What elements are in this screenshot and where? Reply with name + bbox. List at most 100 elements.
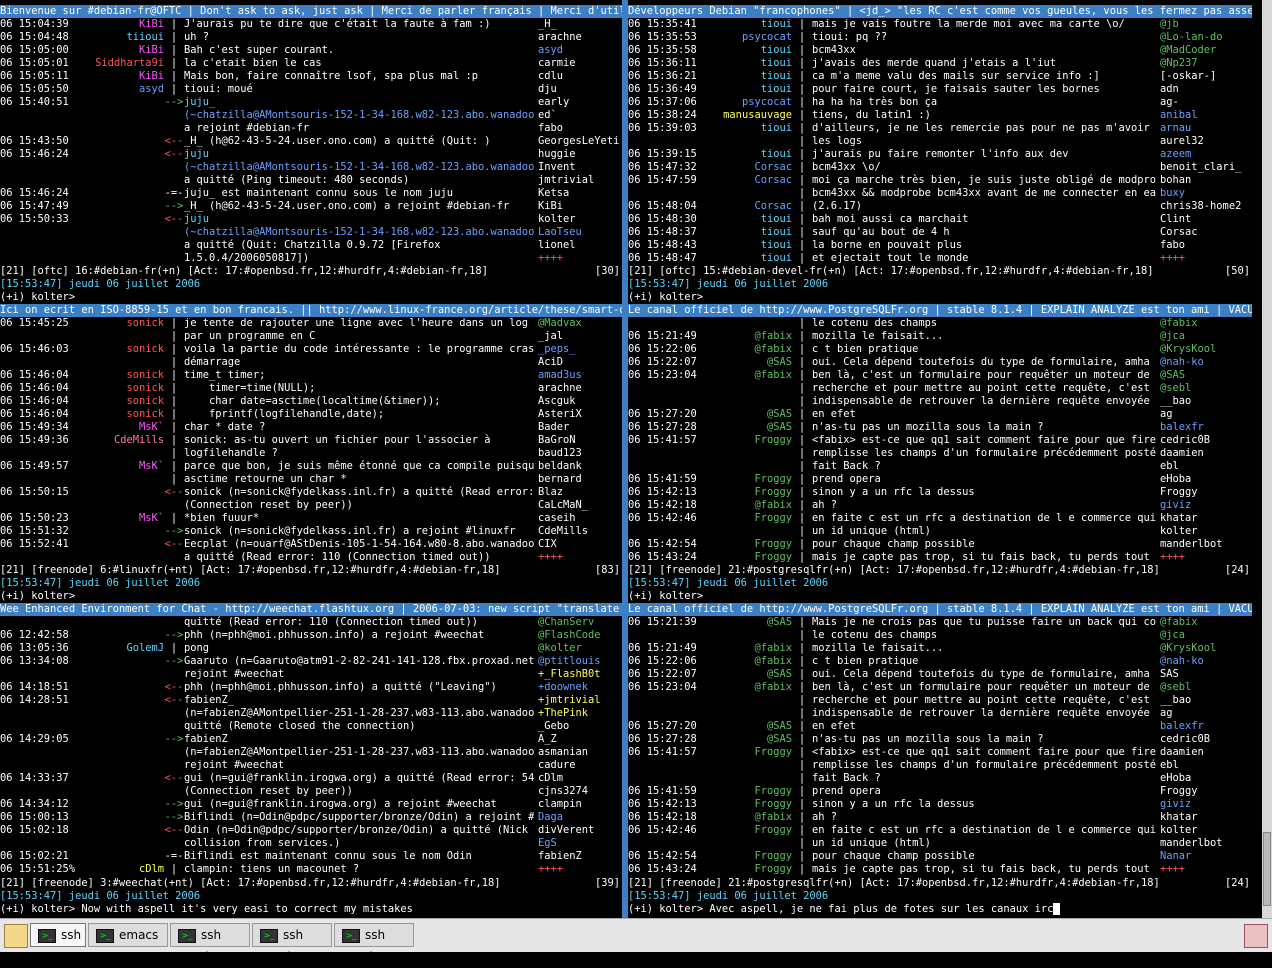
irc-window-6[interactable]: Le canal officiel de http://www.PostgreS… — [628, 603, 1252, 916]
nicklist[interactable]: @Madvax _jal _peps_ AciD amad3us arachne Ascgu… — [538, 317, 622, 564]
nicklist-item[interactable]: aurel32 — [1160, 135, 1252, 148]
nick[interactable] — [80, 499, 164, 512]
input-line[interactable]: (+i) kolter> Avec aspell, je ne fai plus… — [628, 903, 1252, 916]
nicklist-item[interactable]: ++++ — [538, 863, 622, 876]
nick[interactable]: tioui — [708, 122, 792, 135]
input-text[interactable]: (+i) kolter> — [628, 590, 703, 602]
nicklist[interactable]: @fabix @jca @KrysKool @nah-ko @SAS @sebl __bao… — [1160, 317, 1252, 564]
nick[interactable]: @SAS — [708, 616, 792, 629]
nick[interactable] — [80, 824, 164, 837]
nick[interactable]: @SAS — [708, 733, 792, 746]
task-ssh-dev-1[interactable]: >_ ssh dev — [170, 923, 250, 964]
task-emacs[interactable]: >_ emacs — [88, 923, 168, 947]
nick[interactable] — [708, 772, 792, 785]
nick[interactable]: tioui — [708, 239, 792, 252]
nicklist-item[interactable]: +jmtrivial — [538, 694, 622, 707]
nicklist-item[interactable]: fabo — [1160, 239, 1252, 252]
nick[interactable] — [80, 252, 164, 265]
nick[interactable] — [80, 655, 164, 668]
nick[interactable]: psycocat — [708, 31, 792, 44]
nicklist-item[interactable]: fabo — [538, 122, 622, 135]
input-line[interactable]: (+i) kolter> — [628, 291, 1252, 304]
nick[interactable]: @SAS — [708, 408, 792, 421]
nick[interactable] — [708, 525, 792, 538]
nicklist-item[interactable]: @kolter — [538, 642, 622, 655]
nicklist-item[interactable]: ag — [1160, 707, 1252, 720]
nick[interactable] — [708, 629, 792, 642]
nicklist-item[interactable]: @SAS — [1160, 369, 1252, 382]
nick[interactable] — [80, 681, 164, 694]
nick[interactable] — [80, 850, 164, 863]
nick[interactable] — [80, 486, 164, 499]
nick[interactable] — [80, 135, 164, 148]
nick[interactable] — [708, 694, 792, 707]
nicklist-item[interactable]: ag- — [1160, 96, 1252, 109]
nicklist-item[interactable]: balexfr — [1160, 720, 1252, 733]
nicklist-item[interactable]: __bao — [1160, 395, 1252, 408]
input-text[interactable]: (+i) kolter> — [0, 590, 75, 602]
nick[interactable]: @fabix — [708, 330, 792, 343]
nick[interactable] — [80, 772, 164, 785]
nick[interactable]: sonick — [80, 395, 164, 408]
nicklist-item[interactable]: cedric0B — [1160, 733, 1252, 746]
nick[interactable] — [708, 460, 792, 473]
nicklist-item[interactable]: Nanar — [1160, 850, 1252, 863]
nick[interactable] — [708, 707, 792, 720]
nick[interactable]: tioui — [708, 57, 792, 70]
nicklist-item[interactable]: _jal — [538, 330, 622, 343]
pane-divider[interactable] — [622, 0, 628, 918]
nick[interactable]: Siddharta9i — [80, 57, 164, 70]
nicklist-item[interactable]: @nah-ko — [1160, 655, 1252, 668]
nick[interactable]: Froggy — [708, 850, 792, 863]
nick[interactable] — [80, 239, 164, 252]
nicklist-item[interactable]: Corsac — [1160, 226, 1252, 239]
nicklist-item[interactable]: daamien — [1160, 447, 1252, 460]
input-text[interactable]: (+i) kolter> — [0, 291, 75, 303]
nick[interactable] — [80, 161, 164, 174]
nicklist-item[interactable]: kolter — [1160, 525, 1252, 538]
irc-window-2[interactable]: Développeurs Debian "francophones" | <jd… — [628, 5, 1252, 304]
nick[interactable]: tioui — [708, 18, 792, 31]
nicklist-item[interactable]: asyd — [538, 44, 622, 57]
nick[interactable]: sonick — [80, 369, 164, 382]
nick[interactable]: Froggy — [708, 824, 792, 837]
nick[interactable]: cDlm — [80, 863, 164, 876]
nicklist-item[interactable]: +doownek — [538, 681, 622, 694]
nicklist-item[interactable]: divVerent — [538, 824, 622, 837]
nicklist-item[interactable]: Daga — [538, 811, 622, 824]
input-line[interactable]: (+i) kolter> Now with aspell it's very e… — [0, 903, 622, 916]
nicklist-item[interactable]: A_Z — [538, 733, 622, 746]
nick[interactable]: @SAS — [708, 668, 792, 681]
nicklist-item[interactable]: carmie — [538, 57, 622, 70]
irc-window-1[interactable]: Bienvenue sur #debian-fr@OFTC | Don't as… — [0, 5, 622, 304]
nick[interactable]: MsK` — [80, 460, 164, 473]
irc-window-3[interactable]: Ici on ecrit en ISO-8859-15 et en bon fr… — [0, 304, 622, 603]
nick[interactable]: Corsac — [708, 174, 792, 187]
nicklist-item[interactable]: cdlu — [538, 70, 622, 83]
nick[interactable] — [80, 538, 164, 551]
nicklist-item[interactable]: caseih — [538, 512, 622, 525]
nicklist-item[interactable]: ++++ — [1160, 551, 1252, 564]
nicklist-item[interactable]: giviz — [1160, 798, 1252, 811]
nick[interactable]: @fabix — [708, 642, 792, 655]
irc-window-4[interactable]: Le canal officiel de http://www.PostgreS… — [628, 304, 1252, 603]
nick[interactable]: tioui — [708, 226, 792, 239]
nick[interactable]: Froggy — [708, 538, 792, 551]
nick[interactable] — [80, 785, 164, 798]
nicklist-item[interactable]: CIX — [538, 538, 622, 551]
nick[interactable] — [80, 122, 164, 135]
nick[interactable]: Froggy — [708, 551, 792, 564]
nicklist-item[interactable]: amad3us — [538, 369, 622, 382]
nicklist-item[interactable]: ag — [1160, 408, 1252, 421]
nick[interactable]: KiBi — [80, 44, 164, 57]
nick[interactable]: @fabix — [708, 343, 792, 356]
nicklist-item[interactable]: arachne — [538, 382, 622, 395]
nick[interactable] — [708, 135, 792, 148]
nicklist-item[interactable]: arachne — [538, 31, 622, 44]
nicklist-item[interactable]: __bao — [1160, 694, 1252, 707]
nicklist-item[interactable]: @ChanServ — [538, 616, 622, 629]
nick[interactable] — [80, 96, 164, 109]
nicklist-item[interactable]: kolter — [538, 213, 622, 226]
nicklist-item[interactable]: giviz — [1160, 499, 1252, 512]
nick[interactable]: MsK` — [80, 421, 164, 434]
